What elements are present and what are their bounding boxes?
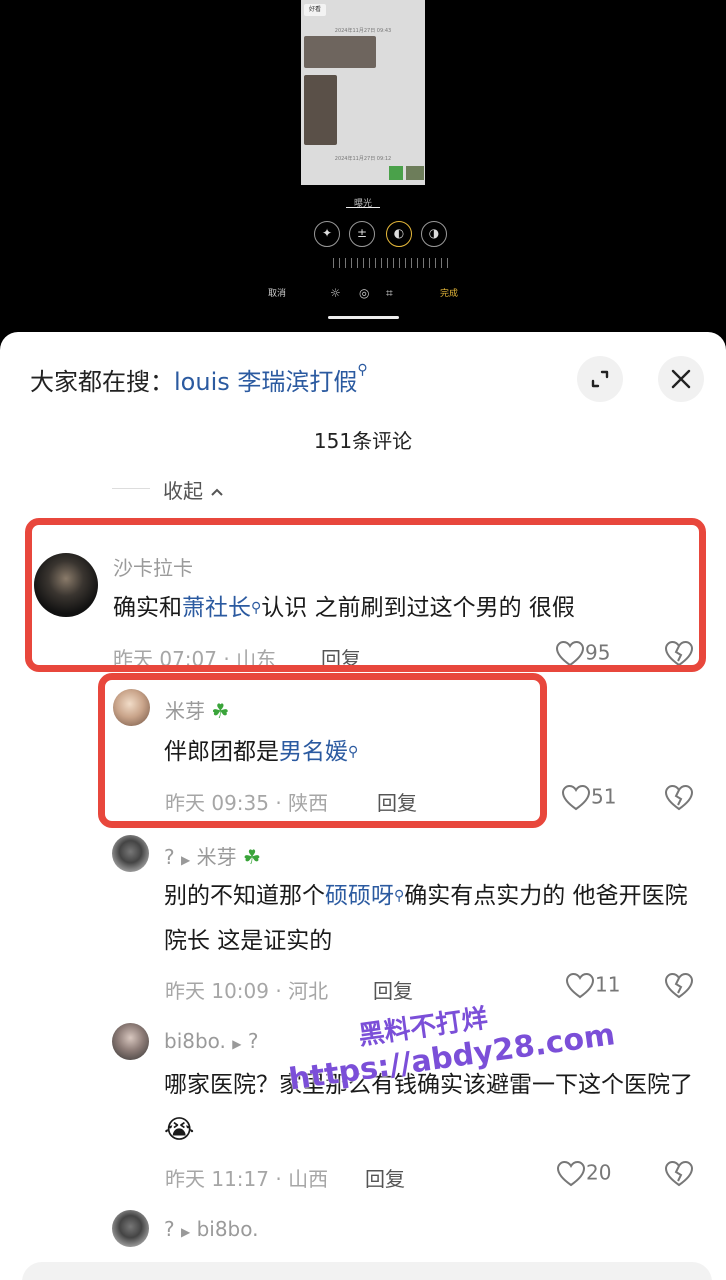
close-icon (671, 369, 691, 389)
divider (112, 488, 150, 489)
comment-meta: 昨天 11:17 · 山西 (165, 1167, 329, 1191)
reply-button[interactable]: 回复 (365, 1163, 405, 1192)
done-button[interactable]: 完成 (440, 286, 458, 299)
highlight-box (25, 518, 706, 672)
exposure-icon[interactable]: ± (349, 221, 375, 247)
adjust-icon[interactable]: ☼ (330, 286, 341, 300)
photo-thumb (406, 166, 424, 180)
like-button[interactable]: 20 (556, 1160, 611, 1188)
cancel-button[interactable]: 取消 (268, 286, 286, 299)
reply-arrow-icon: ▶ (180, 1225, 191, 1239)
reply-button[interactable]: 回复 (373, 975, 413, 1004)
expand-button[interactable] (577, 356, 623, 402)
brilliance-icon[interactable]: ◐ (386, 221, 412, 247)
photo-editor-screenshot: 好看 2024年11月27日 09:43 2024年11月27日 09:12 曝… (0, 0, 726, 340)
reply-arrow-icon: ▶ (232, 1037, 242, 1051)
comment-count: 151条评论 (313, 429, 413, 453)
avatar[interactable] (112, 1210, 149, 1247)
avatar[interactable] (112, 835, 149, 872)
date-bottom: 2024年11月27日 09:12 (334, 156, 392, 162)
search-suggestion[interactable]: 大家都在搜：louis 李瑞滨打假⚲ (30, 362, 368, 397)
username[interactable]: ? ▶ 米芽 ☘ (164, 841, 261, 870)
like-count: 51 (591, 784, 617, 809)
screenshot-preview: 好看 2024年11月27日 09:43 2024年11月27日 09:12 (301, 0, 425, 185)
search-prefix: 大家都在搜： (30, 368, 174, 396)
green-chip (389, 166, 403, 180)
highlight-box (98, 673, 547, 828)
search-icon: ⚲ (357, 362, 368, 378)
date-top: 2024年11月27日 09:43 (334, 28, 392, 34)
username[interactable]: bi8bo. ▶ ? (164, 1029, 259, 1053)
crying-emoji-icon: 😭 (164, 1115, 195, 1145)
clover-icon: ☘ (242, 845, 261, 869)
broken-heart-icon (664, 972, 694, 999)
heart-icon (556, 1160, 586, 1187)
broken-heart-icon (664, 1160, 694, 1187)
broken-heart-icon (664, 784, 694, 811)
close-button[interactable] (658, 356, 704, 402)
reply-arrow-icon: ▶ (180, 853, 191, 867)
comment-input[interactable] (22, 1262, 712, 1280)
dislike-button[interactable] (664, 1160, 694, 1188)
filter-icon[interactable]: ◎ (359, 286, 369, 300)
heart-icon (561, 784, 591, 811)
keyword-link[interactable]: 硕硕呀 (325, 883, 394, 909)
photo-thumb (304, 36, 376, 68)
avatar[interactable] (112, 1023, 149, 1060)
search-icon: ⚲ (394, 888, 405, 904)
comment-text: 别的不知道那个硕硕呀⚲确实有点实力的 他爸开医院院长 这是证实的 (164, 883, 688, 954)
photo-thumb (304, 75, 337, 145)
dislike-button[interactable] (664, 784, 694, 812)
collapse-button[interactable]: 收起 (163, 475, 225, 504)
search-term-link[interactable]: louis 李瑞滨打假 (174, 368, 357, 396)
expand-icon (591, 370, 609, 388)
like-count: 20 (586, 1160, 612, 1185)
home-indicator (328, 316, 399, 319)
username[interactable]: ? ▶ bi8bo. (164, 1217, 259, 1241)
like-button[interactable]: 51 (561, 784, 616, 812)
comment-meta: 昨天 10:09 · 河北 (165, 979, 329, 1003)
chevron-up-icon (211, 488, 224, 496)
crop-icon[interactable]: ⌗ (386, 286, 393, 301)
magic-wand-icon[interactable]: ✦ (314, 221, 340, 247)
chip: 好看 (304, 4, 326, 16)
adjust-slider[interactable] (333, 258, 448, 268)
dislike-button[interactable] (664, 972, 694, 1000)
contrast-icon[interactable]: ◑ (421, 221, 447, 247)
